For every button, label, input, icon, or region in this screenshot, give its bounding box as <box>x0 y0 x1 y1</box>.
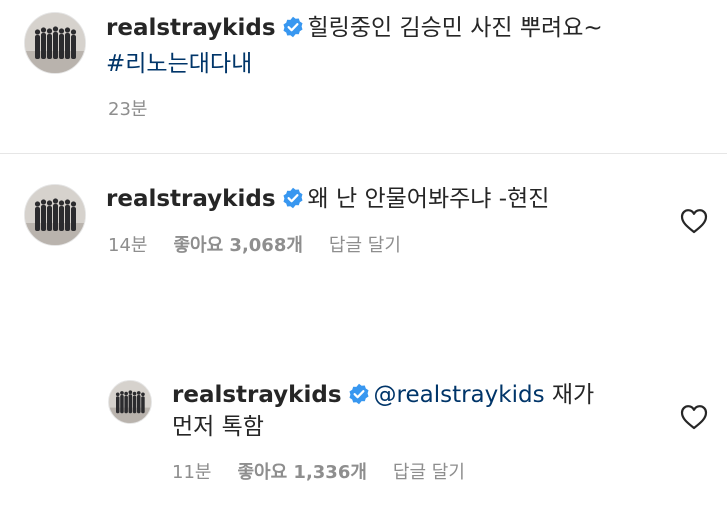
caption-avatar[interactable] <box>24 12 86 74</box>
caption-divider <box>0 153 727 154</box>
reply-reply-button[interactable]: 답글 달기 <box>393 462 465 483</box>
caption-time[interactable]: 23분 <box>108 99 147 120</box>
caption-meta: 23분 <box>108 99 173 121</box>
reply-avatar[interactable] <box>108 380 152 424</box>
reply-meta: 11분 좋아요 1,336개 답글 달기 <box>172 462 491 484</box>
comment-time[interactable]: 14분 <box>108 235 147 256</box>
avatar-photo <box>25 13 85 73</box>
caption-line-1: realstraykids 힐링중인 김승민 사진 뿌려요~ <box>106 13 603 43</box>
caption-hashtag[interactable]: #리노는대다내 <box>106 51 252 77</box>
verified-badge-icon <box>347 383 370 405</box>
reply-username[interactable]: realstraykids <box>172 382 342 408</box>
heart-icon[interactable] <box>680 208 708 234</box>
caption-username[interactable]: realstraykids <box>106 15 276 41</box>
caption-text: 힐링중인 김승민 사진 뿌려요~ <box>307 15 603 41</box>
reply-text-2: 먼저 톡함 <box>172 414 264 440</box>
comment-avatar[interactable] <box>24 184 86 246</box>
comment-text: 왜 난 안물어봐주냐 -현진 <box>307 186 550 212</box>
comment-likes[interactable]: 좋아요 3,068개 <box>173 235 302 256</box>
avatar-photo <box>109 381 151 423</box>
reply-likes[interactable]: 좋아요 1,336개 <box>237 462 366 483</box>
caption-line-2: #리노는대다내 <box>106 49 252 79</box>
reply-time[interactable]: 11분 <box>172 462 211 483</box>
reply-text-1: 재가 <box>551 382 595 408</box>
heart-icon[interactable] <box>680 404 708 430</box>
comment-line: realstraykids 왜 난 안물어봐주냐 -현진 <box>106 184 549 214</box>
reply-line-2: 먼저 톡함 <box>172 412 264 442</box>
reply-mention[interactable]: @realstraykids <box>374 382 545 408</box>
verified-badge-icon <box>281 16 304 38</box>
avatar-photo <box>25 185 85 245</box>
reply-line-1: realstraykids @realstraykids 재가 <box>172 380 594 410</box>
comment-reply-button[interactable]: 답글 달기 <box>329 235 401 256</box>
comment-meta: 14분 좋아요 3,068개 답글 달기 <box>108 235 427 257</box>
comment-username[interactable]: realstraykids <box>106 186 276 212</box>
verified-badge-icon <box>281 187 304 209</box>
